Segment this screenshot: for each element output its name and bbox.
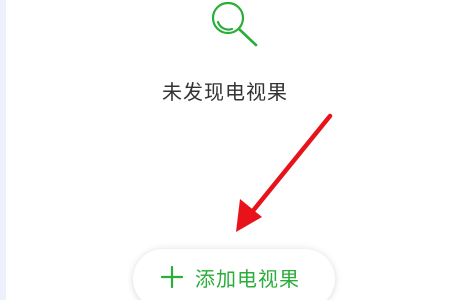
left-edge-divider [0, 0, 6, 300]
add-tv-button-label: 添加电视果 [195, 267, 300, 291]
empty-state-message: 未发现电视果 [162, 80, 288, 104]
plus-icon [161, 266, 183, 288]
screen: 未发现电视果 添加电视果 [0, 0, 450, 300]
add-tv-button[interactable]: 添加电视果 [133, 249, 335, 300]
search-icon [211, 1, 258, 47]
